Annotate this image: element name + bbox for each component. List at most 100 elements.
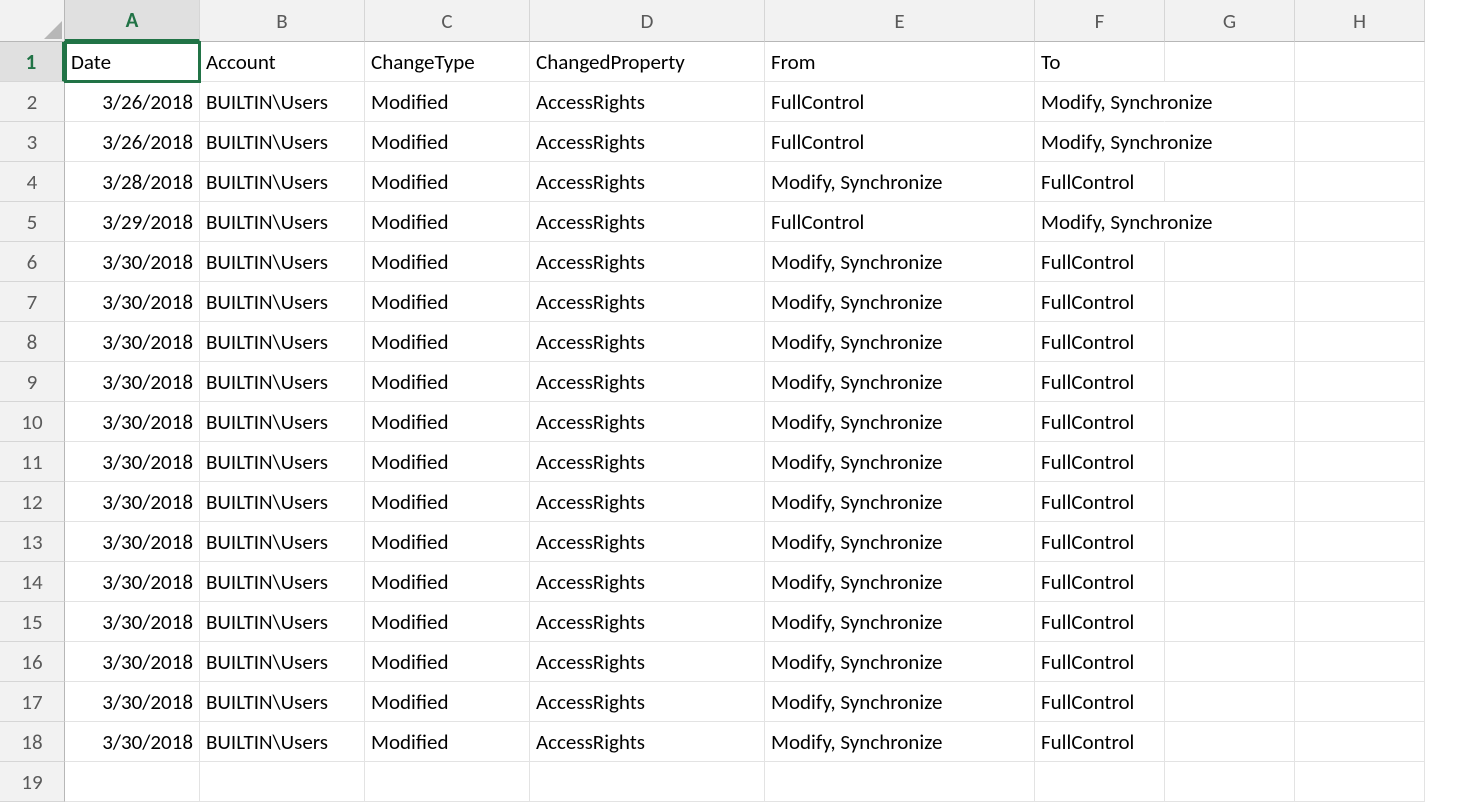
cell-B2[interactable]: BUILTIN\Users (200, 82, 365, 122)
cell-F13[interactable]: FullControl (1035, 522, 1165, 562)
cell-H4[interactable] (1295, 162, 1425, 202)
cell-H2[interactable] (1295, 82, 1425, 122)
cell-F2[interactable]: Modify, Synchronize (1035, 82, 1165, 122)
cell-A2[interactable]: 3/26/2018 (65, 82, 200, 122)
cell-F7[interactable]: FullControl (1035, 282, 1165, 322)
row-header-4[interactable]: 4 (0, 162, 65, 202)
cell-F5[interactable]: Modify, Synchronize (1035, 202, 1165, 242)
cell-C4[interactable]: Modified (365, 162, 530, 202)
cell-C13[interactable]: Modified (365, 522, 530, 562)
cell-A1[interactable]: Date (65, 42, 200, 82)
row-header-1[interactable]: 1 (0, 42, 65, 82)
cell-D1[interactable]: ChangedProperty (530, 42, 765, 82)
cell-C9[interactable]: Modified (365, 362, 530, 402)
cell-C1[interactable]: ChangeType (365, 42, 530, 82)
cell-H18[interactable] (1295, 722, 1425, 762)
row-header-9[interactable]: 9 (0, 362, 65, 402)
cell-E14[interactable]: Modify, Synchronize (765, 562, 1035, 602)
column-header-E[interactable]: E (765, 0, 1035, 42)
cell-H9[interactable] (1295, 362, 1425, 402)
cell-G17[interactable] (1165, 682, 1295, 722)
cell-D7[interactable]: AccessRights (530, 282, 765, 322)
cell-C14[interactable]: Modified (365, 562, 530, 602)
cell-B13[interactable]: BUILTIN\Users (200, 522, 365, 562)
column-header-C[interactable]: C (365, 0, 530, 42)
cell-H5[interactable] (1295, 202, 1425, 242)
cell-F17[interactable]: FullControl (1035, 682, 1165, 722)
cell-B9[interactable]: BUILTIN\Users (200, 362, 365, 402)
row-header-6[interactable]: 6 (0, 242, 65, 282)
cell-F14[interactable]: FullControl (1035, 562, 1165, 602)
cell-C7[interactable]: Modified (365, 282, 530, 322)
cell-F9[interactable]: FullControl (1035, 362, 1165, 402)
cell-H3[interactable] (1295, 122, 1425, 162)
cell-D19[interactable] (530, 762, 765, 802)
cell-A9[interactable]: 3/30/2018 (65, 362, 200, 402)
cell-F1[interactable]: To (1035, 42, 1165, 82)
cell-C8[interactable]: Modified (365, 322, 530, 362)
cell-F11[interactable]: FullControl (1035, 442, 1165, 482)
cell-C17[interactable]: Modified (365, 682, 530, 722)
cell-D13[interactable]: AccessRights (530, 522, 765, 562)
cell-G15[interactable] (1165, 602, 1295, 642)
cell-H10[interactable] (1295, 402, 1425, 442)
cell-H15[interactable] (1295, 602, 1425, 642)
cell-B12[interactable]: BUILTIN\Users (200, 482, 365, 522)
cell-D8[interactable]: AccessRights (530, 322, 765, 362)
cell-C12[interactable]: Modified (365, 482, 530, 522)
cell-H19[interactable] (1295, 762, 1425, 802)
cell-B1[interactable]: Account (200, 42, 365, 82)
spreadsheet-grid[interactable]: ABCDEFGH1DateAccountChangeTypeChangedPro… (0, 0, 1472, 802)
cell-E1[interactable]: From (765, 42, 1035, 82)
cell-D15[interactable]: AccessRights (530, 602, 765, 642)
cell-E8[interactable]: Modify, Synchronize (765, 322, 1035, 362)
cell-A14[interactable]: 3/30/2018 (65, 562, 200, 602)
cell-H7[interactable] (1295, 282, 1425, 322)
column-header-D[interactable]: D (530, 0, 765, 42)
cell-A3[interactable]: 3/26/2018 (65, 122, 200, 162)
cell-G7[interactable] (1165, 282, 1295, 322)
cell-F16[interactable]: FullControl (1035, 642, 1165, 682)
cell-G11[interactable] (1165, 442, 1295, 482)
cell-B15[interactable]: BUILTIN\Users (200, 602, 365, 642)
cell-F12[interactable]: FullControl (1035, 482, 1165, 522)
cell-B17[interactable]: BUILTIN\Users (200, 682, 365, 722)
cell-D10[interactable]: AccessRights (530, 402, 765, 442)
cell-G18[interactable] (1165, 722, 1295, 762)
cell-H16[interactable] (1295, 642, 1425, 682)
cell-H1[interactable] (1295, 42, 1425, 82)
cell-B14[interactable]: BUILTIN\Users (200, 562, 365, 602)
cell-D5[interactable]: AccessRights (530, 202, 765, 242)
cell-E5[interactable]: FullControl (765, 202, 1035, 242)
cell-D3[interactable]: AccessRights (530, 122, 765, 162)
row-header-13[interactable]: 13 (0, 522, 65, 562)
cell-A12[interactable]: 3/30/2018 (65, 482, 200, 522)
column-header-A[interactable]: A (65, 0, 200, 42)
cell-F10[interactable]: FullControl (1035, 402, 1165, 442)
column-header-F[interactable]: F (1035, 0, 1165, 42)
cell-D6[interactable]: AccessRights (530, 242, 765, 282)
cell-E19[interactable] (765, 762, 1035, 802)
column-header-G[interactable]: G (1165, 0, 1295, 42)
cell-B18[interactable]: BUILTIN\Users (200, 722, 365, 762)
cell-H13[interactable] (1295, 522, 1425, 562)
cell-C16[interactable]: Modified (365, 642, 530, 682)
cell-D14[interactable]: AccessRights (530, 562, 765, 602)
cell-H8[interactable] (1295, 322, 1425, 362)
row-header-11[interactable]: 11 (0, 442, 65, 482)
cell-G6[interactable] (1165, 242, 1295, 282)
cell-D17[interactable]: AccessRights (530, 682, 765, 722)
cell-F19[interactable] (1035, 762, 1165, 802)
cell-A8[interactable]: 3/30/2018 (65, 322, 200, 362)
cell-A15[interactable]: 3/30/2018 (65, 602, 200, 642)
cell-A10[interactable]: 3/30/2018 (65, 402, 200, 442)
cell-G12[interactable] (1165, 482, 1295, 522)
cell-H12[interactable] (1295, 482, 1425, 522)
cell-G13[interactable] (1165, 522, 1295, 562)
cell-B8[interactable]: BUILTIN\Users (200, 322, 365, 362)
cell-A16[interactable]: 3/30/2018 (65, 642, 200, 682)
cell-C10[interactable]: Modified (365, 402, 530, 442)
row-header-5[interactable]: 5 (0, 202, 65, 242)
cell-C11[interactable]: Modified (365, 442, 530, 482)
cell-E3[interactable]: FullControl (765, 122, 1035, 162)
